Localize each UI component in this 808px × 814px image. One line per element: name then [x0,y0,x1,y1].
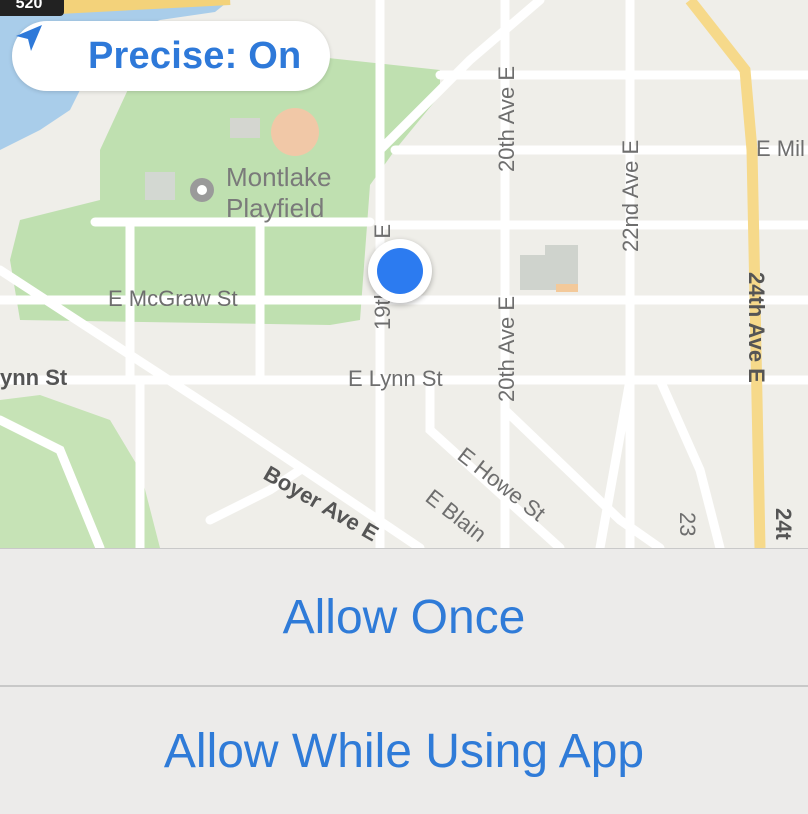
current-location-dot [368,239,432,303]
street-label-20th-top: 20th Ave E [494,66,519,172]
allow-while-using-label: Allow While Using App [163,724,645,778]
highway-shield-icon: 520 [0,0,64,16]
park-label-line1: Montlake [226,162,332,192]
map-view[interactable]: Montlake Playfield E McGraw St ynn St E … [0,0,808,548]
location-arrow-icon [16,25,74,73]
park-building [145,172,175,200]
street-label-20th-mid: 20th Ave E [494,296,519,402]
location-permission-sheet: Allow Once Allow While Using App [0,548,808,814]
street-label-e-lynn: E Lynn St [348,366,443,391]
street-label-e-mcgraw: E McGraw St [108,286,238,311]
allow-while-using-app-button[interactable]: Allow While Using App [0,687,808,814]
ball-field [271,108,319,156]
allow-once-button[interactable]: Allow Once [0,549,808,685]
street-label-23-partial: 23 [675,512,700,536]
precise-location-toggle[interactable]: Precise: On [12,21,330,91]
street-label-boyer: Boyer Ave E [260,461,383,547]
park-building-2 [230,118,260,138]
street-label-22nd: 22nd Ave E [618,140,643,252]
street-label-24-partial: 24t [771,508,796,540]
screen: Montlake Playfield E McGraw St ynn St E … [0,0,808,814]
street-label-lynn-left: ynn St [0,365,68,390]
street-label-e-blaine: E Blain [421,484,491,547]
highway-shield-label: 520 [15,0,43,12]
park-label-line2: Playfield [226,193,324,223]
precise-location-label: Precise: On [88,34,302,77]
building-orange [556,284,578,292]
street-label-e-mil: E Mil [756,136,805,161]
street-label-24th: 24th Ave E [744,272,769,383]
building-block [520,245,578,290]
allow-once-label: Allow Once [282,590,526,644]
